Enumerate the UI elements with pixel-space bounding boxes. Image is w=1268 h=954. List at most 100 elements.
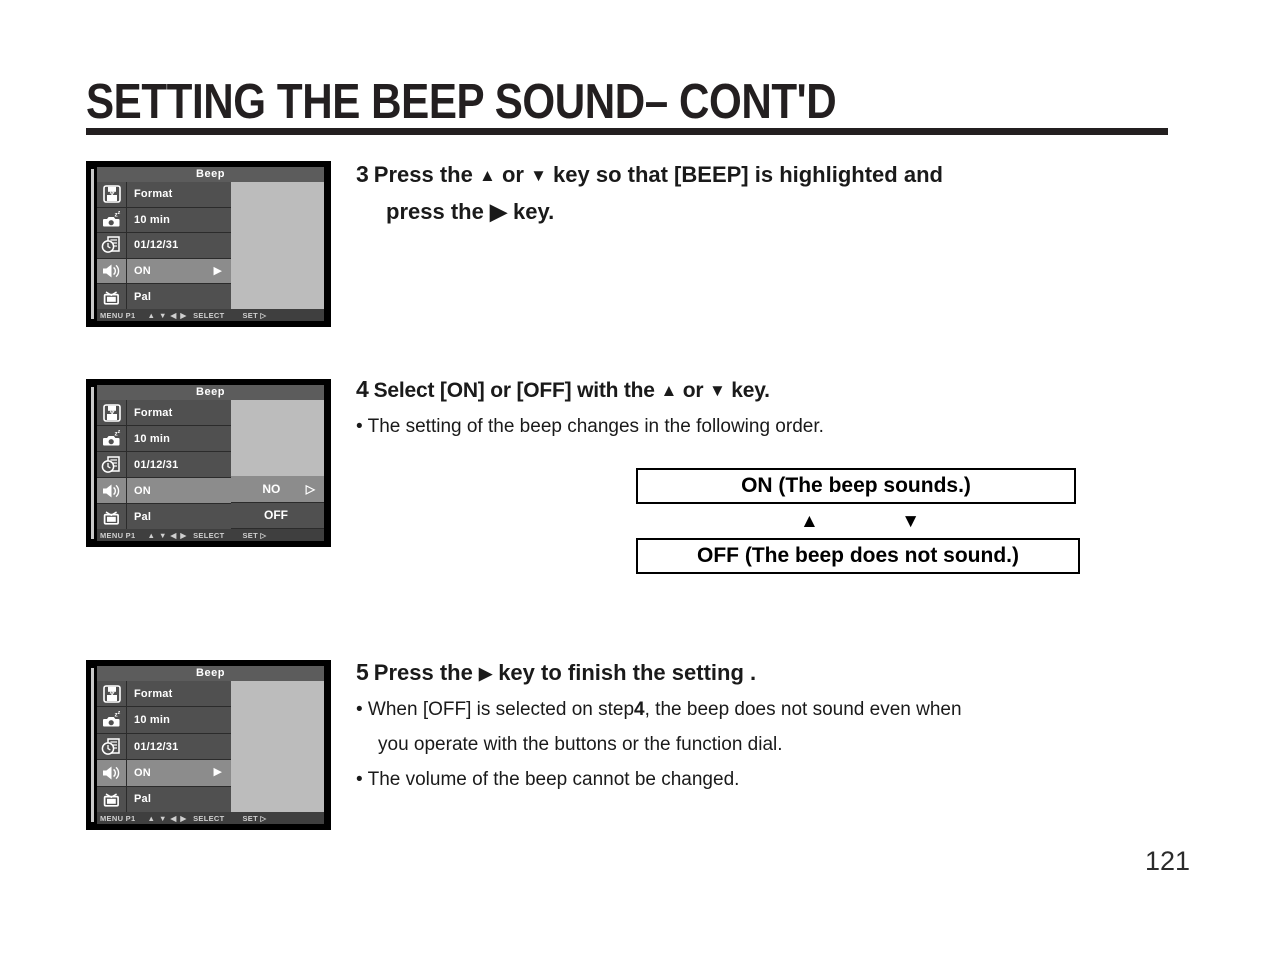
step-4-bullet-1: • The setting of the beep changes in the… (356, 416, 824, 437)
step-4-heading: 4 Select [ON] or [OFF] with the ▲ or ▼ ke… (356, 371, 824, 409)
submenu-option-label: NO (262, 481, 281, 496)
order-toggle-arrows: ▲ ▼ (800, 512, 920, 531)
order-down-arrow-icon: ▼ (901, 511, 920, 532)
lcd-row-label: 10 min (134, 432, 171, 445)
lcd-row-beep[interactable]: ON (97, 478, 231, 504)
step-5-bullet-1-stepnum: 4 (634, 699, 645, 720)
status-dpad-keys-icon: ▲ ▼ ◀ ▶ (147, 530, 188, 540)
status-dpad-keys-icon: ▲ ▼ ◀ ▶ (147, 310, 188, 320)
format-card-icon (97, 400, 127, 425)
step-4-number: 4 (356, 376, 369, 402)
down-arrow-icon: ▼ (530, 166, 547, 185)
order-box-off: OFF (The beep does not sound.) (636, 538, 1080, 574)
svg-text:z: z (117, 429, 120, 435)
title-underline-rule (86, 128, 1168, 135)
lcd-header-beep: Beep (97, 385, 324, 400)
lcd-header-beep: Beep (97, 167, 324, 182)
lcd-row-label: Format (134, 687, 173, 700)
page-title: SETTING THE BEEP SOUND– CONT'D (86, 75, 837, 129)
lcd-row-label: ON (134, 484, 151, 497)
lcd-body: Format z z 10 min (97, 400, 324, 530)
status-select-label: SELECT (193, 530, 225, 540)
lcd-row-label: ON (134, 265, 151, 278)
step-3-line2-b: key. (513, 199, 555, 224)
lcd-row-format[interactable]: Format (97, 400, 231, 426)
lcd-body: Format z z 10 min (97, 681, 324, 813)
status-set-label: SET ▷ (242, 310, 267, 320)
lcd-row-label: 01/12/31 (134, 239, 179, 252)
lcd-row-date[interactable]: 01/12/31 (97, 452, 231, 478)
up-arrow-icon: ▲ (478, 166, 496, 185)
status-menu-label: MENU P1 (100, 310, 136, 320)
lcd-row-videoout[interactable]: Pal (97, 284, 231, 309)
status-select-label: SELECT (193, 310, 225, 320)
speaker-beep-icon (97, 760, 127, 786)
submenu-option-no[interactable]: NO ▷ (231, 476, 324, 503)
lcd-inner-screen: Beep Format (97, 385, 324, 541)
lcd-row-right-arrow-icon: ▶ (213, 264, 222, 277)
submenu-right-arrow-icon: ▷ (305, 481, 315, 496)
lcd-status-bar: MENU P1 ▲ ▼ ◀ ▶ SELECT SET ▷ (97, 309, 324, 321)
lcd-row-autopoweroff[interactable]: z z 10 min (97, 707, 231, 734)
page-number: 121 (1144, 846, 1190, 876)
lcd-row-label: Pal (134, 510, 152, 523)
lcd-row-label: Pal (134, 290, 152, 303)
lcd-preview-panel (231, 681, 324, 812)
step-3-heading-line2: press the ▶ key. (356, 194, 943, 230)
up-arrow-icon: ▲ (660, 381, 678, 400)
step-5-bullet-1: • When [OFF] is selected on step4, the b… (356, 692, 962, 727)
submenu-option-off[interactable]: OFF (231, 502, 324, 530)
step-4-text-a: Select [ON] or [OFF] with the (373, 379, 655, 402)
lcd-inner-screen: Beep Format (97, 666, 324, 824)
status-dpad-keys-icon: ▲ ▼ ◀ ▶ (147, 813, 188, 823)
lcd-left-strip (91, 668, 94, 822)
format-card-icon (97, 681, 127, 707)
lcd-row-videoout[interactable]: Pal (97, 504, 231, 529)
submenu-spacer (231, 400, 324, 476)
order-box-on: ON (The beep sounds.) (636, 468, 1076, 504)
step-3-block: 3 Press the ▲ or ▼ key so that [BEEP] is … (356, 156, 943, 230)
lcd-submenu-panel: NO ▷ OFF (231, 400, 324, 530)
speaker-beep-icon (97, 478, 127, 503)
tv-video-icon (97, 504, 127, 529)
step-4-text-b: key. (731, 379, 770, 402)
status-set-label: SET ▷ (242, 530, 267, 540)
step-3-number: 3 (356, 161, 369, 187)
lcd-row-beep[interactable]: ON ▶ (97, 258, 231, 285)
lcd-menu-rows: Format z z 10 min (97, 400, 231, 529)
lcd-row-autopoweroff[interactable]: z z 10 min (97, 207, 231, 234)
lcd-left-strip (91, 387, 94, 539)
step-3-text-a: Press the (373, 162, 473, 187)
step-5-block: 5 Press the ▶ key to finish the setting .… (356, 654, 962, 797)
lcd-screenshot-step3: Beep Format z z 10 min 01/12/31 ON ▶ Pal… (86, 161, 331, 327)
lcd-row-label: 10 min (134, 714, 171, 727)
lcd-status-bar: MENU P1 ▲ ▼ ◀ ▶ SELECT SET ▷ (97, 812, 324, 824)
lcd-row-label: ON (134, 766, 151, 779)
lcd-row-date[interactable]: 01/12/31 (97, 233, 231, 259)
step-5-bullet-1-a: • When [OFF] is selected on step (356, 699, 635, 720)
camera-sleep-icon: z z (97, 207, 127, 233)
lcd-row-format[interactable]: Format (97, 182, 231, 208)
lcd-row-videoout[interactable]: Pal (97, 786, 231, 813)
step-4-or: or (682, 379, 704, 402)
lcd-row-date[interactable]: 01/12/31 (97, 733, 231, 761)
lcd-header-beep: Beep (97, 666, 324, 681)
right-arrow-icon: ▶ (489, 199, 507, 224)
lcd-row-beep[interactable]: ON ▶ (97, 760, 231, 787)
lcd-left-strip (91, 169, 94, 319)
submenu-option-label: OFF (264, 508, 288, 523)
step-3-text-b: key so that [BEEP] is highlighted and (553, 162, 943, 187)
lcd-row-format[interactable]: Format (97, 681, 231, 708)
status-menu-label: MENU P1 (100, 530, 136, 540)
camera-sleep-icon: z z (97, 707, 127, 733)
step-5-number: 5 (356, 659, 369, 685)
svg-text:z: z (117, 710, 120, 716)
status-set-label: SET ▷ (242, 813, 267, 823)
step-5-bullet-2: • The volume of the beep cannot be chang… (356, 769, 740, 790)
lcd-body: Format z z 10 min (97, 182, 324, 309)
camera-sleep-icon: z z (97, 426, 127, 451)
speaker-beep-icon (97, 258, 127, 284)
lcd-row-autopoweroff[interactable]: z z 10 min (97, 426, 231, 452)
step-5-bullet-1-continued: you operate with the buttons or the func… (378, 734, 783, 755)
step-3-heading-line1: 3 Press the ▲ or ▼ key so that [BEEP] is … (356, 156, 943, 194)
